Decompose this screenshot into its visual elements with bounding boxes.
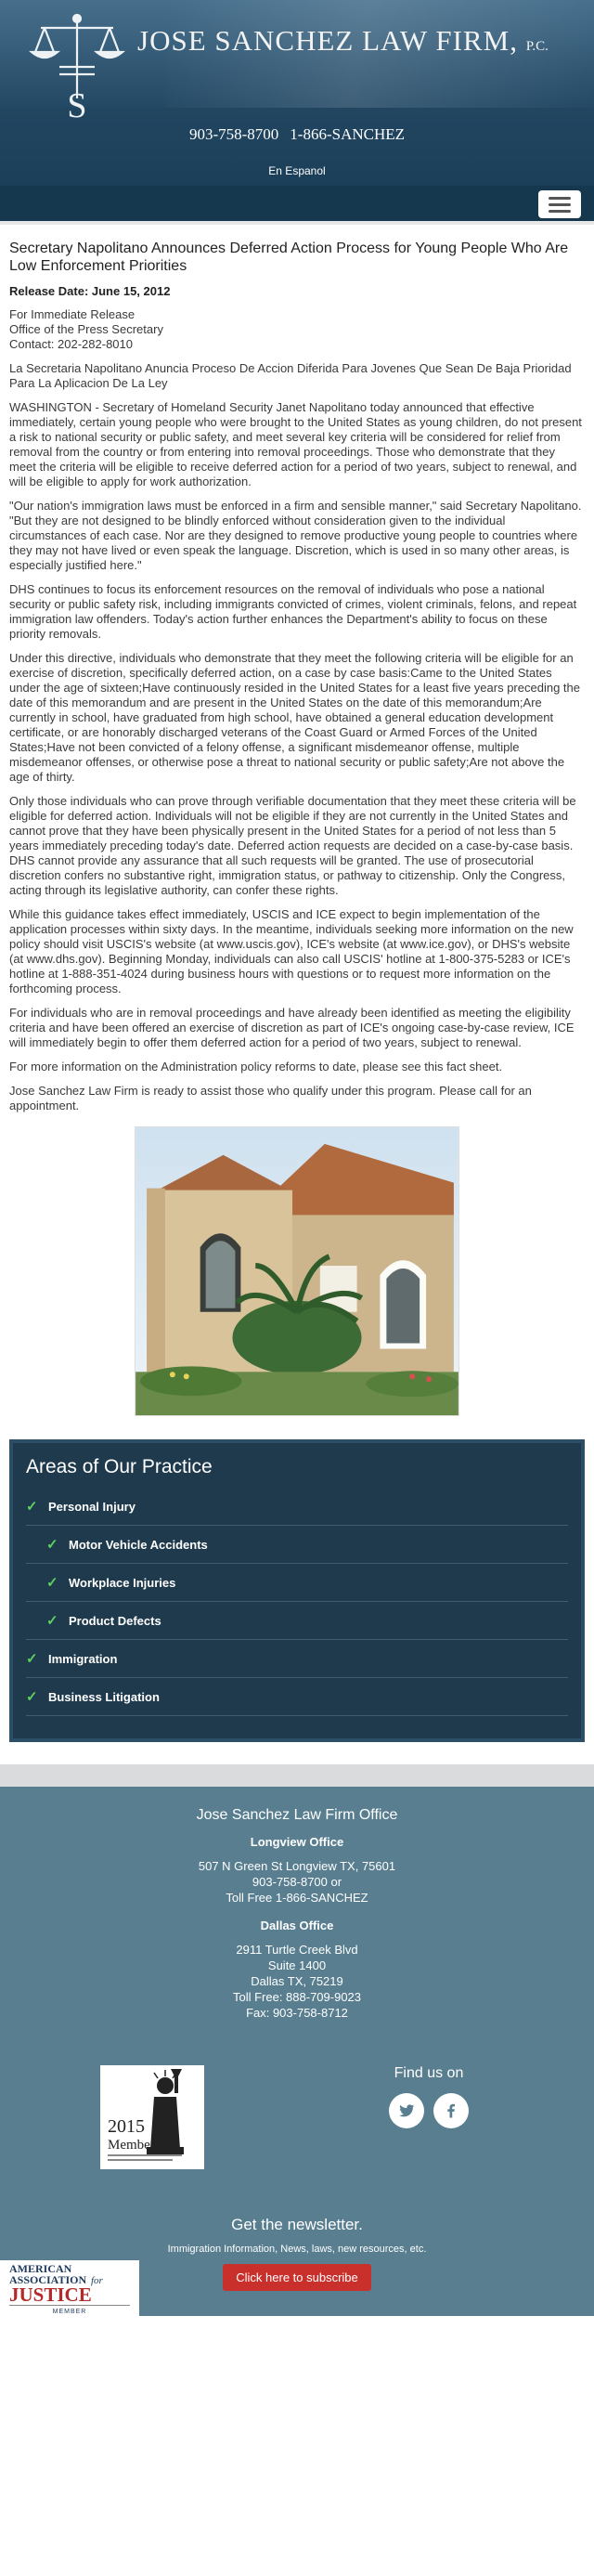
practice-item-label: Product Defects: [69, 1613, 161, 1628]
meta-line: For Immediate Release: [9, 307, 136, 321]
practice-item-personal-injury[interactable]: ✓ Personal Injury: [26, 1488, 568, 1526]
article-paragraph: "Our nation's immigration laws must be e…: [9, 499, 582, 572]
spanish-language-link[interactable]: En Espanol: [0, 164, 594, 177]
longview-office-title: Longview Office: [250, 1835, 344, 1849]
newsletter-description: Immigration Information, News, laws, new…: [167, 2244, 427, 2255]
article-paragraph: WASHINGTON - Secretary of Homeland Secur…: [9, 400, 582, 488]
checkmark-icon: ✓: [26, 1651, 38, 1667]
office-building-photo: [135, 1126, 459, 1416]
newsletter-title: Get the newsletter.: [231, 2216, 363, 2233]
practice-item-motor-vehicle-accidents[interactable]: ✓ Motor Vehicle Accidents: [26, 1526, 568, 1564]
article-paragraph: For individuals who are in removal proce…: [9, 1006, 575, 1049]
office-photo-wrapper: [9, 1126, 585, 1419]
menu-bar: [0, 186, 594, 221]
article-paragraph: Only those individuals who can prove thr…: [9, 794, 576, 897]
site-footer: Jose Sanchez Law Firm Office Longview Of…: [0, 1787, 594, 2316]
article-paragraph: Under this directive, individuals who de…: [9, 651, 580, 784]
article-paragraph: La Secretaria Napolitano Anuncia Proceso…: [9, 361, 572, 390]
american-association-for-justice-logo[interactable]: AMERICAN ASSOCIATION for JUSTICE MEMBER: [0, 2260, 139, 2316]
release-meta: For Immediate Release Office of the Pres…: [9, 307, 585, 352]
hamburger-icon-line: [549, 209, 571, 213]
aaj-line3: for: [91, 2275, 104, 2286]
section-divider: [0, 1764, 594, 1787]
aaj-line4: JUSTICE: [9, 2283, 92, 2306]
firm-suffix-separator: ,: [510, 24, 526, 57]
article-paragraph: Jose Sanchez Law Firm is ready to assist…: [9, 1084, 532, 1112]
practice-item-label: Workplace Injuries: [69, 1575, 176, 1590]
dallas-city: Dallas TX, 75219: [251, 1974, 343, 1988]
firm-suffix: P.C.: [525, 39, 549, 54]
practice-item-product-defects[interactable]: ✓ Product Defects: [26, 1602, 568, 1640]
header-phones: 903-758-8700 1-866-SANCHEZ: [0, 125, 594, 144]
meta-line: Office of the Press Secretary: [9, 322, 163, 336]
dallas-street: 2911 Turtle Creek Blvd: [236, 1943, 358, 1957]
practice-areas-panel: Areas of Our Practice ✓ Personal Injury …: [9, 1439, 585, 1742]
practice-areas-title: Areas of Our Practice: [26, 1456, 213, 1477]
badge-year: 2015: [108, 2116, 145, 2137]
dallas-office-title: Dallas Office: [260, 1919, 334, 1932]
facebook-f-glyph: [447, 2103, 455, 2118]
longview-tollfree[interactable]: Toll Free 1-866-SANCHEZ: [9, 1890, 585, 1906]
svg-text:S: S: [67, 86, 86, 121]
member-badge-logo: 2015 Member: [100, 2065, 204, 2169]
longview-phone[interactable]: 903-758-8700 or: [9, 1874, 585, 1890]
find-us-label: Find us on: [394, 2065, 464, 2081]
hamburger-menu-button[interactable]: [538, 190, 581, 218]
phone-number-primary[interactable]: 903-758-8700: [189, 125, 278, 143]
practice-item-business-litigation[interactable]: ✓ Business Litigation: [26, 1678, 568, 1716]
firm-name-text: JOSE SANCHEZ LAW FIRM: [137, 24, 510, 57]
site-header: S JOSE SANCHEZ LAW FIRM, P.C. 903-758-87…: [0, 0, 594, 186]
practice-areas-section: Areas of Our Practice ✓ Personal Injury …: [0, 1439, 594, 1764]
dallas-fax: Fax: 903-758-8712: [246, 2006, 348, 2020]
dallas-tollfree[interactable]: Toll Free: 888-709-9023: [9, 1989, 585, 2005]
article-title: Secretary Napolitano Announces Deferred …: [9, 241, 569, 274]
practice-item-label: Business Litigation: [48, 1689, 160, 1704]
hamburger-icon-line: [549, 196, 571, 200]
checkmark-icon: ✓: [26, 1499, 38, 1515]
footer-office-heading: Jose Sanchez Law Firm Office: [196, 1807, 398, 1823]
practice-item-workplace-injuries[interactable]: ✓ Workplace Injuries: [26, 1564, 568, 1602]
facebook-icon[interactable]: [433, 2093, 469, 2128]
article-paragraph: DHS continues to focus its enforcement r…: [9, 582, 577, 641]
twitter-bird-glyph: [399, 2104, 415, 2117]
scales-of-justice-logo-icon[interactable]: S: [26, 9, 128, 121]
badge-label: Member: [108, 2138, 155, 2153]
article-paragraph: For more information on the Administrati…: [9, 1060, 503, 1073]
firm-name-heading[interactable]: JOSE SANCHEZ LAW FIRM, P.C.: [137, 24, 549, 58]
longview-address: 507 N Green St Longview TX, 75601: [198, 1859, 396, 1873]
social-links: [381, 2093, 477, 2128]
release-date: Release Date: June 15, 2012: [9, 284, 171, 298]
practice-item-label: Motor Vehicle Accidents: [69, 1537, 208, 1552]
meta-line: Contact: 202-282-8010: [9, 337, 133, 351]
dallas-suite: Suite 1400: [267, 1958, 327, 1972]
press-release-article: Secretary Napolitano Announces Deferred …: [0, 225, 594, 1419]
checkmark-icon: ✓: [26, 1689, 38, 1705]
phone-number-tollfree[interactable]: 1-866-SANCHEZ: [290, 125, 405, 143]
twitter-icon[interactable]: [389, 2093, 424, 2128]
aaj-line5: MEMBER: [53, 2309, 87, 2315]
practice-item-label: Immigration: [48, 1651, 118, 1666]
subscribe-button[interactable]: Click here to subscribe: [223, 2264, 371, 2291]
practice-item-immigration[interactable]: ✓ Immigration: [26, 1640, 568, 1678]
hamburger-icon-line: [549, 202, 571, 206]
checkmark-icon: ✓: [46, 1537, 58, 1553]
article-paragraph: While this guidance takes effect immedia…: [9, 907, 574, 995]
checkmark-icon: ✓: [46, 1613, 58, 1629]
find-us-block: Find us on: [381, 2065, 477, 2128]
practice-item-label: Personal Injury: [48, 1499, 136, 1514]
checkmark-icon: ✓: [46, 1575, 58, 1591]
